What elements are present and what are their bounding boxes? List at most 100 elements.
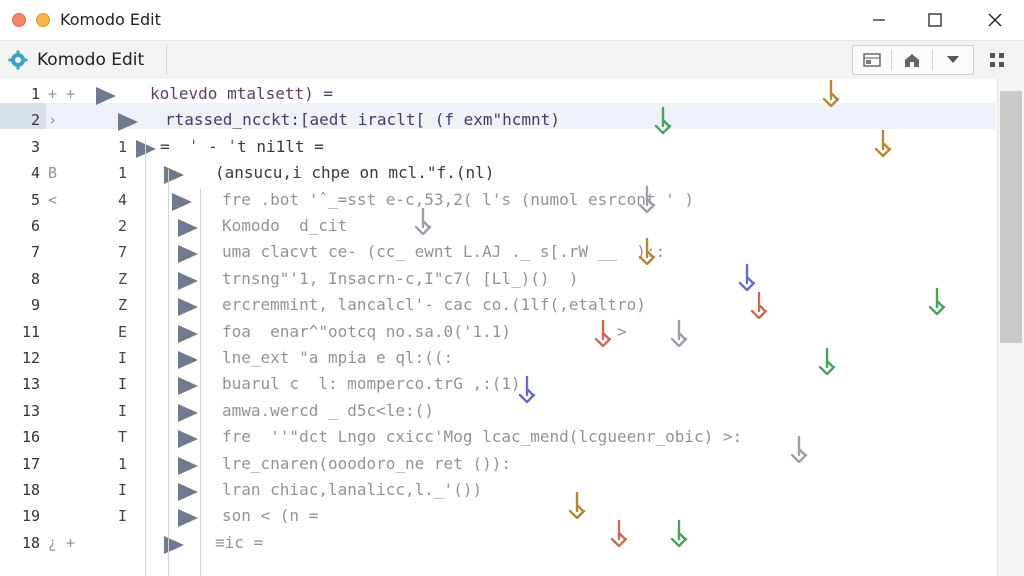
code-line[interactable]: uma clacvt ce- (cc_ ewnt L.AJ ._ s[.rW _…	[222, 242, 665, 261]
indent-guide	[145, 139, 146, 576]
fold-number: Z	[118, 296, 128, 315]
fold-triangle-icon[interactable]	[178, 509, 198, 528]
fold-triangle-icon[interactable]	[178, 430, 198, 449]
toolbar: Komodo Edit	[0, 41, 1024, 80]
fold-triangle-icon[interactable]	[164, 166, 184, 185]
home-button[interactable]	[892, 46, 932, 74]
line-number: 19	[21, 507, 40, 526]
maximize-icon	[928, 13, 942, 27]
fold-triangle-icon[interactable]	[178, 377, 198, 396]
grid-icon	[990, 53, 1004, 67]
fold-number: 1	[118, 137, 128, 156]
dropdown-button[interactable]	[933, 46, 973, 74]
cursor-arrow-icon	[518, 375, 536, 403]
panel-button[interactable]	[853, 46, 891, 74]
fold-number: I	[118, 375, 128, 394]
cursor-arrow-icon	[414, 207, 432, 235]
code-line[interactable]: trnsng"'1, Insacrn-c,I"c7( [Ll_)() )	[222, 269, 578, 288]
line-number: 4	[30, 164, 40, 183]
dropdown-icon	[947, 56, 959, 63]
cursor-arrow-icon	[654, 106, 672, 134]
code-line[interactable]: amwa.wercd _ d5c<le:()	[222, 401, 434, 420]
code-line[interactable]: = ˈ - ˈt ni1lt =	[160, 137, 324, 156]
fold-triangle-icon[interactable]	[178, 483, 198, 501]
line-number: 13	[21, 401, 40, 420]
fold-triangle-icon[interactable]	[164, 535, 184, 554]
maximize-button[interactable]	[906, 0, 964, 40]
code-line[interactable]: son < (n =	[222, 506, 318, 525]
fold-number: I	[118, 507, 128, 526]
code-line[interactable]: fre ''"dct Lngo cxicc'Mog lcac_mend(lcgu…	[222, 427, 742, 446]
code-line[interactable]: lran chiac,lanalicc,l._'())	[222, 480, 492, 499]
toolbar-button-group	[852, 45, 974, 75]
fold-triangle-icon[interactable]	[172, 192, 192, 211]
scrollbar-thumb[interactable]	[1000, 91, 1022, 343]
fold-triangle-icon[interactable]	[178, 403, 198, 422]
gear-icon[interactable]	[8, 50, 28, 70]
fold-number: I	[118, 481, 128, 499]
code-line[interactable]: kolevdo mtalsett) =	[150, 84, 333, 103]
cursor-arrow-icon	[670, 319, 688, 347]
fold-triangle-icon[interactable]	[178, 298, 198, 317]
fold-triangle-icon[interactable]	[178, 456, 198, 475]
gutter-marker: ›	[48, 111, 58, 130]
fold-triangle-icon[interactable]	[178, 219, 198, 237]
fold-number: T	[118, 428, 128, 447]
toolbar-divider	[166, 45, 167, 75]
code-line[interactable]: buarul c l: momperco.trG ,:(1)	[222, 374, 521, 393]
close-traffic-icon[interactable]	[12, 13, 26, 27]
fold-triangle-icon[interactable]	[178, 351, 198, 369]
code-line[interactable]: ≡ic =	[215, 533, 263, 552]
cursor-arrow-icon	[822, 79, 840, 107]
line-number: 5	[30, 190, 40, 209]
cursor-arrow-icon	[594, 319, 612, 347]
code-line[interactable]: ercremmint, lancalcl'- cac co.(1lf(,etal…	[222, 295, 646, 314]
code-line[interactable]: lre_cnaren(ooodoro_ne ret ()):	[222, 454, 511, 473]
close-button[interactable]	[966, 0, 1024, 40]
line-number: 17	[21, 454, 40, 473]
code-line[interactable]: Komodo d_cit	[222, 216, 347, 235]
fold-number: Z	[118, 269, 128, 288]
code-line[interactable]: (ansucu,i chpe on mcl."f.(nl)	[215, 163, 494, 182]
minimize-button[interactable]	[850, 0, 908, 40]
gutter-marker: + +	[48, 85, 76, 103]
grid-button[interactable]	[982, 45, 1012, 75]
fold-number: 7	[118, 243, 128, 262]
minimize-icon	[873, 19, 885, 21]
cursor-arrow-icon	[750, 291, 768, 319]
fold-triangle-icon[interactable]	[118, 113, 138, 132]
line-number: 2	[30, 111, 40, 130]
line-number: 6	[30, 217, 40, 235]
gutter-marker: <	[48, 190, 58, 209]
code-line[interactable]: lne_ext "a mpia e ql:((:	[222, 348, 453, 367]
line-number: 1	[30, 85, 40, 103]
fold-number: 1	[118, 454, 128, 473]
indent-guide	[168, 169, 169, 576]
line-number: 11	[21, 322, 40, 341]
fold-triangle-icon[interactable]	[96, 87, 116, 105]
cursor-arrow-icon	[638, 237, 656, 265]
line-number: 7	[30, 243, 40, 262]
fold-number: I	[118, 401, 128, 420]
line-number: 9	[30, 296, 40, 315]
cursor-arrow-icon	[670, 519, 688, 547]
code-line[interactable]: rtassed_ncckt:[aedt iraclt[ (f exm"hcmnt…	[165, 110, 560, 129]
cursor-arrow-icon	[738, 263, 756, 291]
panel-icon	[863, 53, 881, 67]
fold-triangle-icon[interactable]	[136, 139, 156, 158]
fold-triangle-icon[interactable]	[178, 271, 198, 290]
code-editor[interactable]: 1 + + kolevdo mtalsett) = 2 › rtassed_ncckt:[…	[0, 79, 1024, 576]
code-line[interactable]: foa enar^"ootcq no.sa.0('1.1) >	[222, 322, 627, 341]
fold-number: I	[118, 349, 128, 367]
gutter-marker: ¿ +	[48, 533, 76, 552]
minimize-traffic-icon[interactable]	[36, 13, 50, 27]
gutter-marker: B	[48, 164, 58, 183]
fold-number: 4	[118, 190, 128, 209]
cursor-arrow-icon	[818, 347, 836, 375]
fold-number: E	[118, 322, 128, 341]
code-line[interactable]: fre .bot 'ˆ_=sst e-c,53,2( l's (numol es…	[222, 190, 694, 209]
close-icon	[988, 13, 1002, 27]
fold-number: 1	[118, 164, 128, 183]
fold-triangle-icon[interactable]	[178, 245, 198, 264]
fold-triangle-icon[interactable]	[178, 324, 198, 343]
